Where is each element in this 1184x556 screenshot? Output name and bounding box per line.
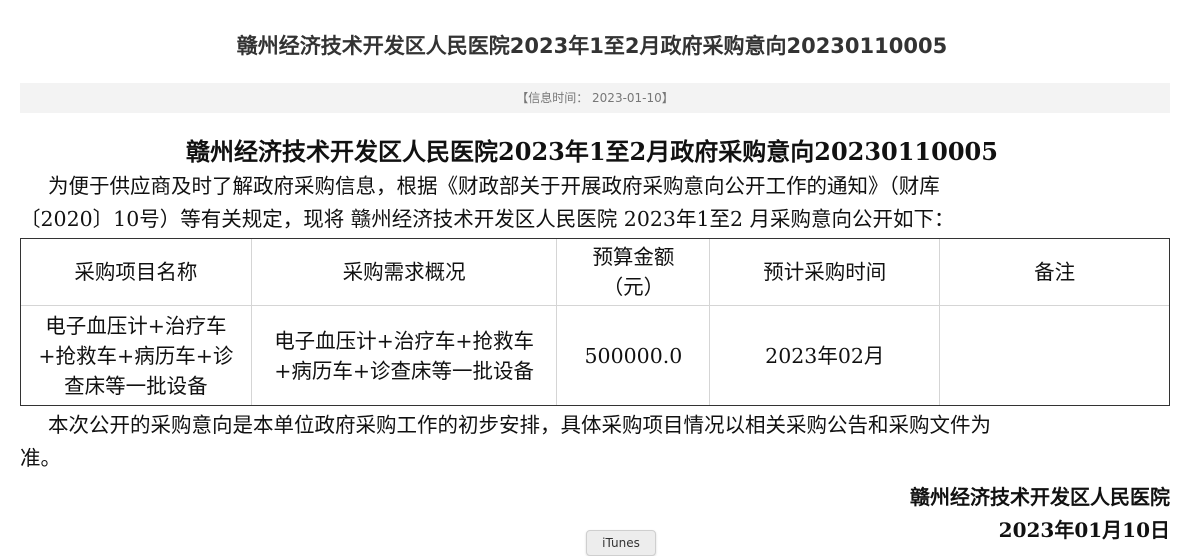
header-requirement-summary: 采购需求概况 — [250, 238, 558, 306]
table-row: 电子血压计+治疗车 +抢救车+病历车+诊 查床等一批设备 电子血压计+治疗车+抢… — [20, 305, 1170, 406]
requirement-line-2: +病历车+诊查床等一批设备 — [274, 358, 535, 383]
header-budget-line-2: （元） — [602, 275, 665, 299]
cell-project-name: 电子血压计+治疗车 +抢救车+病历车+诊 查床等一批设备 — [20, 305, 252, 406]
cell-remarks — [939, 305, 1170, 406]
cell-budget: 500000.0 — [556, 305, 711, 406]
closing-paragraph: 本次公开的采购意向是本单位政府采购工作的初步安排，具体采购项目情况以相关采购公告… — [20, 409, 1170, 475]
intro-line-1: 为便于供应商及时了解政府采购信息，根据《财政部关于开展政府采购意向公开工作的通知… — [48, 174, 940, 198]
procurement-table: 采购项目名称 采购需求概况 预算金额 （元） 预计采购时间 备注 电子血压计+治… — [20, 238, 1170, 406]
info-time-bar: 【信息时间： 2023-01-10】 — [20, 83, 1170, 113]
header-project-name: 采购项目名称 — [20, 238, 252, 306]
signer-organization: 赣州经济技术开发区人民医院 — [910, 485, 1170, 509]
project-name-line-3: 查床等一批设备 — [64, 373, 208, 398]
intro-paragraph: 为便于供应商及时了解政府采购信息，根据《财政部关于开展政府采购意向公开工作的通知… — [20, 170, 1170, 236]
signature-date: 2023年01月10日 — [998, 518, 1170, 542]
cell-expected-time: 2023年02月 — [709, 305, 941, 406]
document-title: 赣州经济技术开发区人民医院2023年1至2月政府采购意向20230110005 — [186, 137, 998, 166]
closing-line-1: 本次公开的采购意向是本单位政府采购工作的初步安排，具体采购项目情况以相关采购公告… — [48, 413, 991, 437]
header-budget-line-1: 预算金额 — [592, 245, 675, 269]
project-name-line-1: 电子血压计+治疗车 — [45, 313, 227, 338]
requirement-line-1: 电子血压计+治疗车+抢救车 — [274, 328, 535, 353]
page-title: 赣州经济技术开发区人民医院2023年1至2月政府采购意向20230110005 — [236, 34, 948, 58]
header-expected-time: 预计采购时间 — [709, 238, 941, 306]
header-budget: 预算金额 （元） — [556, 238, 711, 306]
table-header-row: 采购项目名称 采购需求概况 预算金额 （元） 预计采购时间 备注 — [20, 238, 1170, 306]
project-name-line-2: +抢救车+病历车+诊 — [38, 343, 234, 368]
itunes-button[interactable]: iTunes — [586, 530, 656, 556]
header-remarks: 备注 — [939, 238, 1170, 306]
intro-line-2: 〔2020〕10号）等有关规定，现将 赣州经济技术开发区人民医院 2023年1至… — [20, 207, 955, 231]
closing-line-2: 准。 — [20, 446, 61, 470]
cell-requirement-summary: 电子血压计+治疗车+抢救车 +病历车+诊查床等一批设备 — [250, 305, 558, 406]
